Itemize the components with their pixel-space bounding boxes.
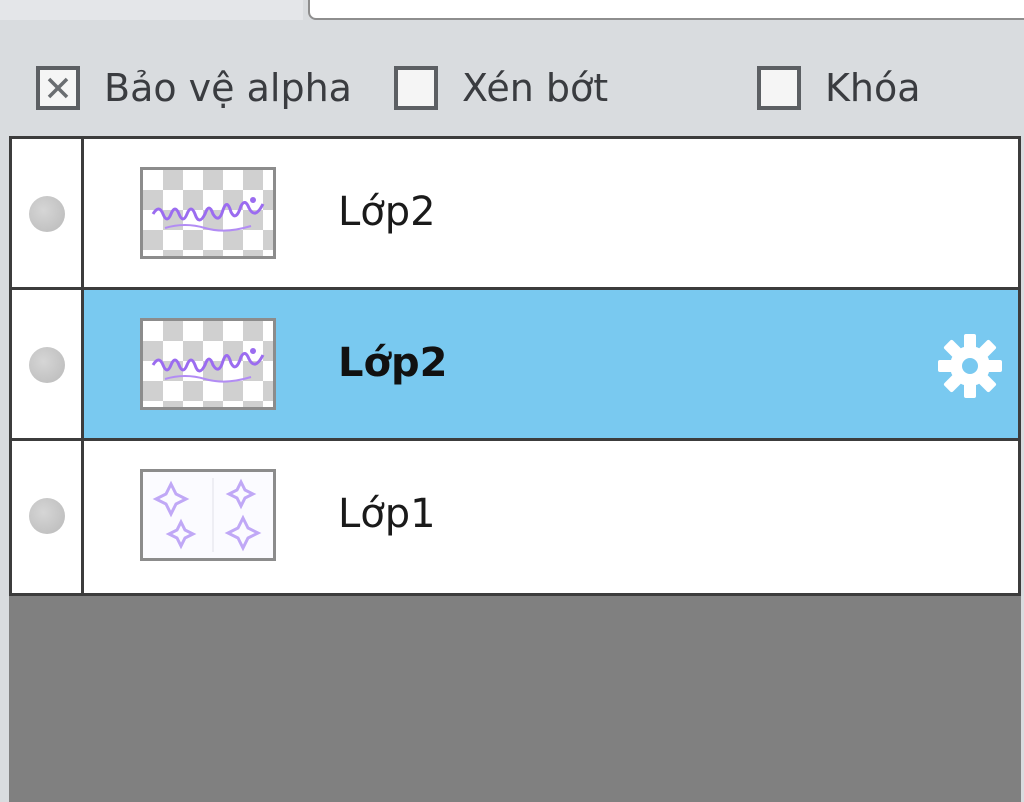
layer-row-selected[interactable]: Lớp2 <box>12 290 1018 441</box>
visibility-cell[interactable] <box>12 290 84 438</box>
protect-alpha-checkbox[interactable] <box>36 66 80 110</box>
protect-alpha-option[interactable]: Bảo vệ alpha <box>36 56 352 120</box>
protect-alpha-label: Bảo vệ alpha <box>104 66 352 110</box>
layer-options-row: Bảo vệ alpha Xén bớt Khóa <box>0 56 1024 120</box>
clipping-option[interactable]: Xén bớt <box>394 56 608 120</box>
blend-mode-dropdown[interactable] <box>308 0 1024 20</box>
layer-list: Lớp2 Lớp2 Lớp1 <box>9 136 1021 596</box>
gear-icon[interactable] <box>934 330 1006 402</box>
visibility-dot-icon[interactable] <box>29 498 65 534</box>
layer-name: Lớp2 <box>338 189 436 235</box>
lock-label: Khóa <box>825 66 921 110</box>
layer-row[interactable]: Lớp2 <box>12 139 1018 290</box>
layer-name: Lớp2 <box>338 340 448 386</box>
visibility-cell[interactable] <box>12 139 84 287</box>
clipping-label: Xén bớt <box>462 66 609 110</box>
clipping-checkbox[interactable] <box>394 66 438 110</box>
visibility-cell[interactable] <box>12 441 84 593</box>
lock-option[interactable]: Khóa <box>757 56 921 120</box>
layer-thumbnail <box>140 469 276 561</box>
layer-body[interactable]: Lớp2 <box>84 290 1018 438</box>
layer-panel-tab[interactable] <box>0 0 303 20</box>
lock-checkbox[interactable] <box>757 66 801 110</box>
layer-row[interactable]: Lớp1 <box>12 441 1018 593</box>
x-mark-icon <box>47 77 69 99</box>
lettering-thumbnail-art <box>151 348 265 383</box>
layer-thumbnail <box>140 167 276 259</box>
layer-name: Lớp1 <box>338 491 436 537</box>
layer-body[interactable]: Lớp1 <box>84 441 1018 593</box>
visibility-dot-icon[interactable] <box>29 347 65 383</box>
layer-list-empty-area <box>9 596 1021 802</box>
layer-body[interactable]: Lớp2 <box>84 139 1018 287</box>
sparkles-thumbnail-art <box>152 478 262 552</box>
top-strip <box>0 0 1024 22</box>
layer-thumbnail <box>140 318 276 410</box>
visibility-dot-icon[interactable] <box>29 196 65 232</box>
lettering-thumbnail-art <box>151 197 265 232</box>
